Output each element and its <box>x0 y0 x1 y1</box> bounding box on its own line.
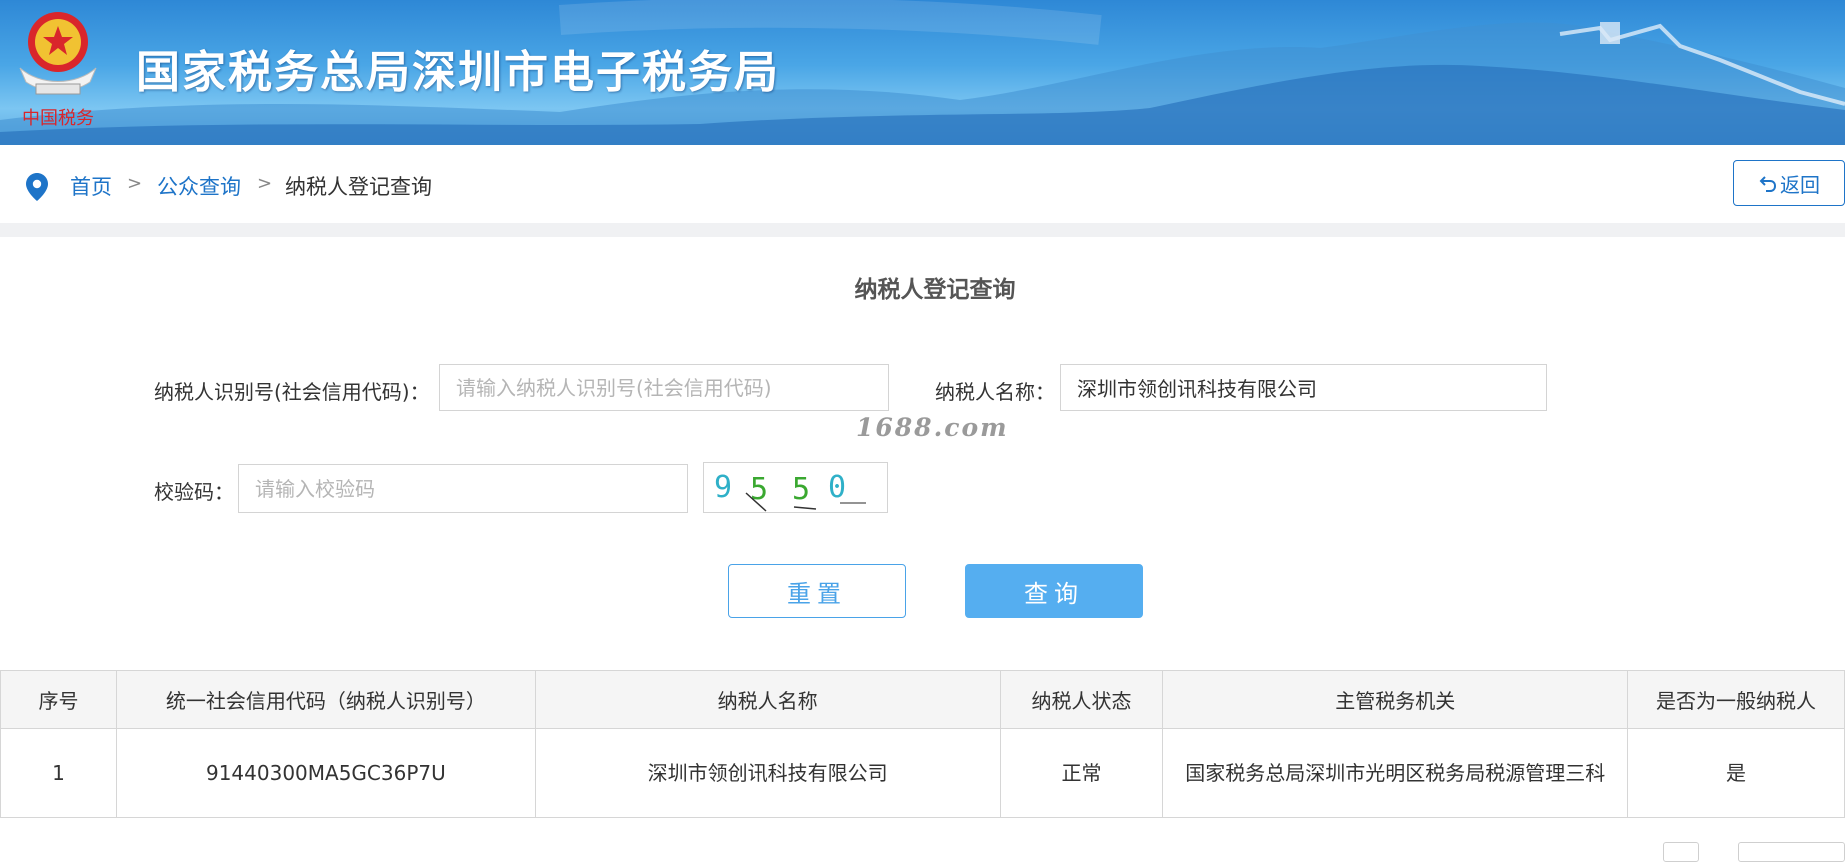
cell-authority: 国家税务总局深圳市光明区税务局税源管理三科 <box>1162 728 1629 818</box>
breadcrumb-home-link[interactable]: 首页 <box>70 171 112 201</box>
emblem-caption: 中国税务 <box>22 108 94 129</box>
back-button[interactable]: 返回 <box>1733 160 1845 206</box>
column-header-status: 纳税人状态 <box>999 670 1164 729</box>
breadcrumb-separator: > <box>257 173 273 194</box>
captcha-char: 9 <box>714 470 732 505</box>
page-size-select[interactable] <box>1738 842 1845 862</box>
watermark-text: 1688.com <box>856 413 1009 442</box>
verify-code-label: 校验码： <box>154 480 234 504</box>
cell-name: 深圳市领创讯科技有限公司 <box>534 728 1001 818</box>
captcha-graphic: 9 5 5 0 <box>714 470 866 512</box>
site-title: 国家税务总局深圳市电子税务局 <box>136 47 780 98</box>
tax-emblem-logo: 中国税务 <box>19 12 97 129</box>
column-header-authority: 主管税务机关 <box>1162 670 1629 729</box>
column-header-general-taxpayer: 是否为一般纳税人 <box>1627 670 1845 729</box>
query-button[interactable]: 查询 <box>965 564 1143 618</box>
cell-credit-code: 91440300MA5GC36P7U <box>115 728 536 818</box>
table-row: 1 91440300MA5GC36P7U 深圳市领创讯科技有限公司 正常 国家税… <box>0 728 1845 818</box>
column-header-name: 纳税人名称 <box>534 670 1001 729</box>
breadcrumb-separator: > <box>127 173 143 194</box>
table-header-row: 序号 统一社会信用代码（纳税人识别号） 纳税人名称 纳税人状态 主管税务机关 是… <box>0 670 1845 729</box>
section-divider <box>0 223 1845 237</box>
form-title: 纳税人登记查询 <box>854 277 1016 303</box>
undo-arrow-icon <box>1759 176 1777 192</box>
cell-index: 1 <box>0 728 117 818</box>
taxpayer-id-input[interactable] <box>439 364 889 411</box>
captcha-char: 5 <box>792 472 810 507</box>
header-banner: 中国税务 国家税务总局深圳市电子税务局 <box>0 0 1845 145</box>
taxpayer-name-label: 纳税人名称： <box>935 380 1055 404</box>
verify-code-input[interactable] <box>238 464 688 513</box>
taxpayer-name-input[interactable] <box>1060 364 1547 411</box>
results-table: 序号 统一社会信用代码（纳税人识别号） 纳税人名称 纳税人状态 主管税务机关 是… <box>0 670 1845 818</box>
cell-status: 正常 <box>999 728 1164 818</box>
breadcrumb: 首页 > 公众查询 > 纳税人登记查询 返回 <box>0 145 1845 223</box>
captcha-char: 5 <box>750 472 768 507</box>
reset-button[interactable]: 重置 <box>728 564 906 618</box>
column-header-index: 序号 <box>0 670 117 729</box>
column-header-credit-code: 统一社会信用代码（纳税人识别号） <box>115 670 536 729</box>
pagination-box[interactable] <box>1663 842 1699 862</box>
location-pin-icon <box>26 173 48 201</box>
captcha-image[interactable]: 9 5 5 0 <box>703 462 888 513</box>
cell-general-taxpayer: 是 <box>1627 728 1845 818</box>
back-button-label: 返回 <box>1780 172 1820 197</box>
taxpayer-id-label: 纳税人识别号(社会信用代码)： <box>154 380 430 404</box>
breadcrumb-current: 纳税人登记查询 <box>285 175 432 199</box>
breadcrumb-public-query-link[interactable]: 公众查询 <box>157 171 241 201</box>
captcha-char: 0 <box>828 470 846 505</box>
